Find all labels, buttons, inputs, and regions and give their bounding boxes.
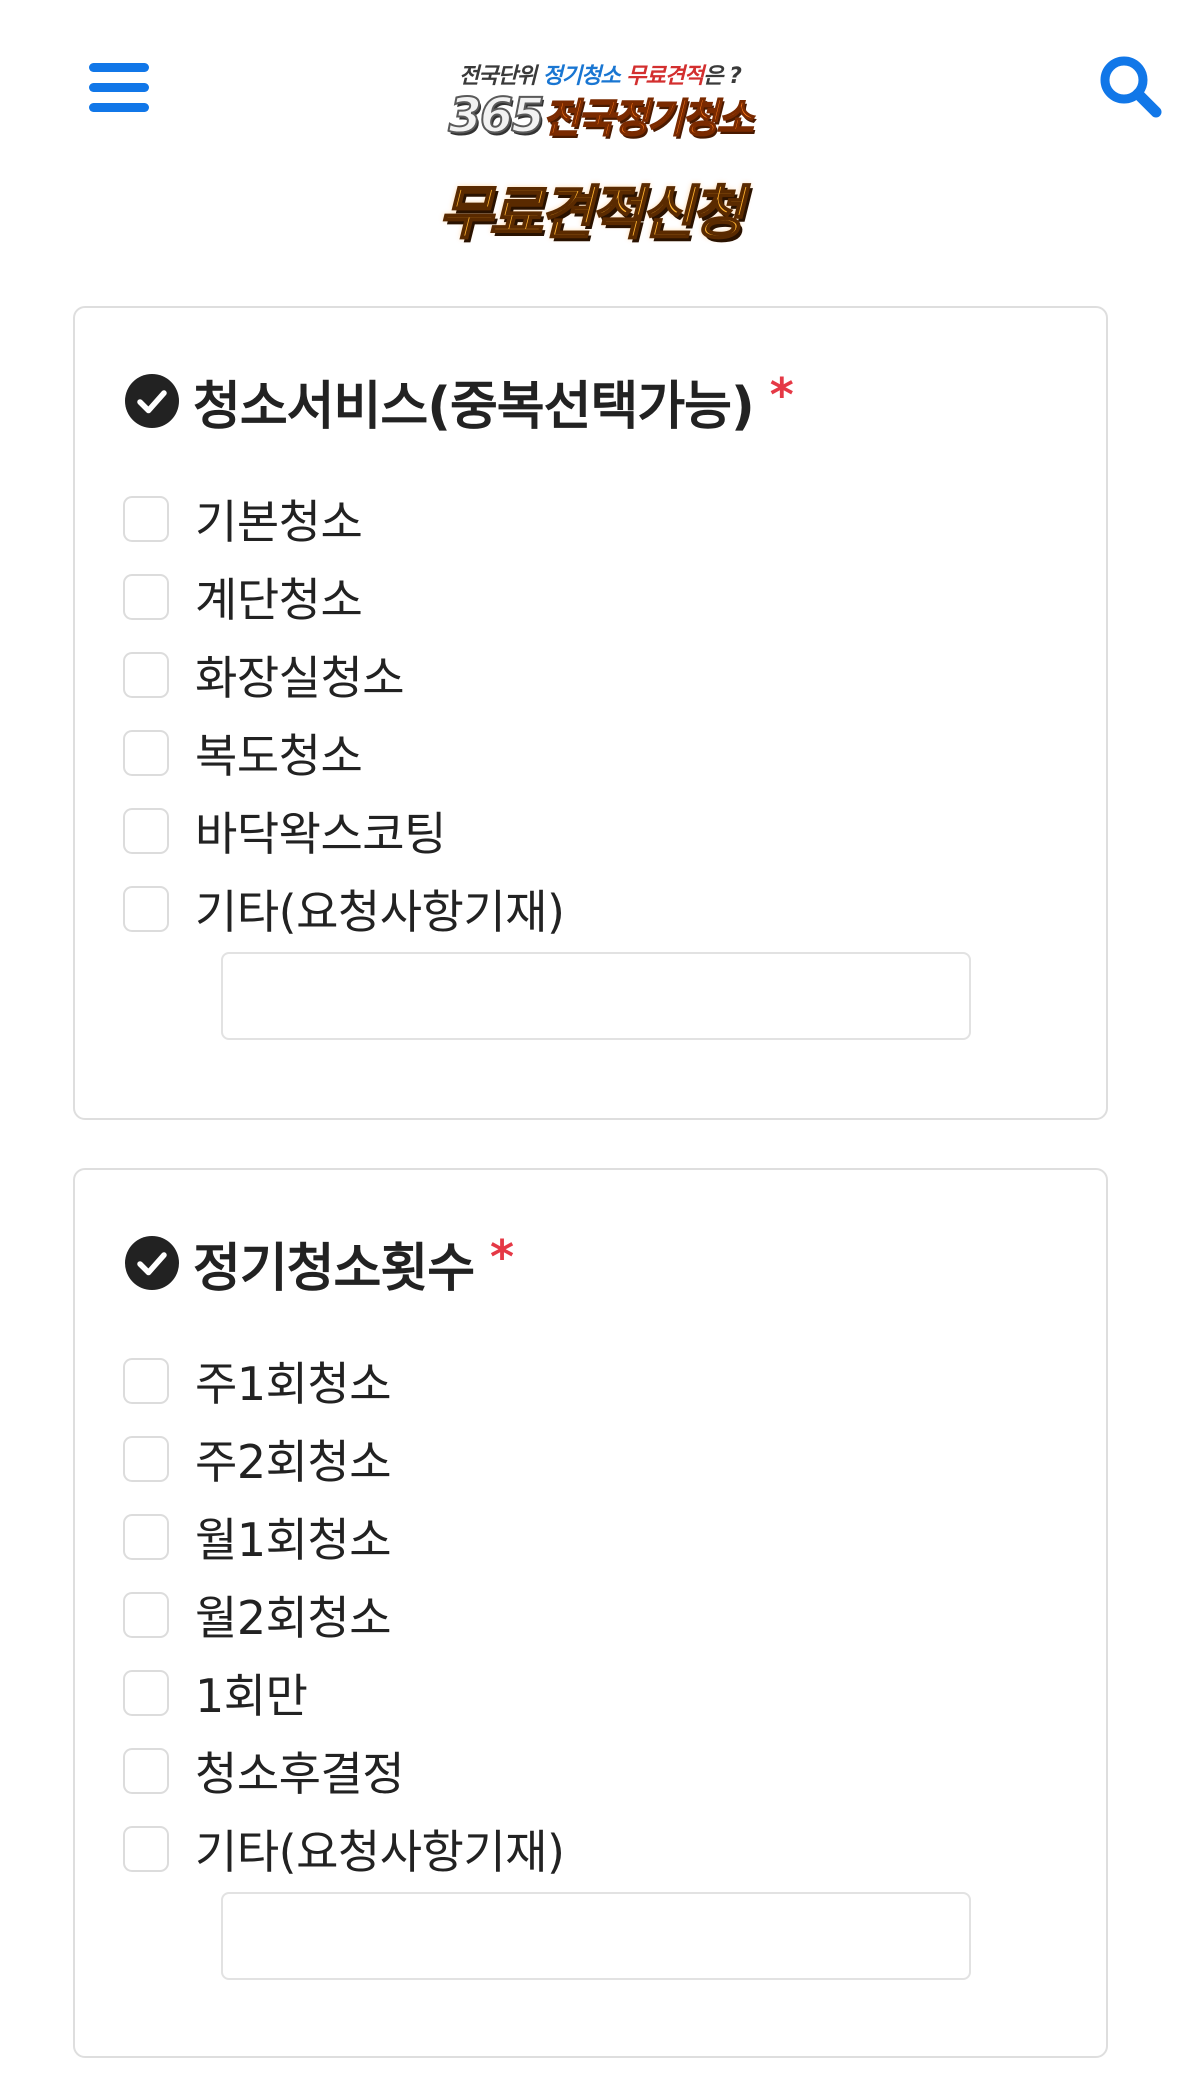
checkbox[interactable] bbox=[123, 886, 169, 932]
option-label: 기본청소 bbox=[195, 495, 363, 549]
option-monthly-twice[interactable]: 월2회청소 bbox=[123, 1576, 564, 1654]
checkbox[interactable] bbox=[123, 574, 169, 620]
option-label: 계단청소 bbox=[195, 573, 363, 627]
checkbox[interactable] bbox=[123, 1514, 169, 1560]
logo-brand: 365전국정기청소 bbox=[430, 86, 770, 145]
section-title: 정기청소횟수 bbox=[193, 1238, 475, 1299]
checkbox[interactable] bbox=[123, 1826, 169, 1872]
option-monthly-once[interactable]: 월1회청소 bbox=[123, 1498, 564, 1576]
other-request-input[interactable] bbox=[221, 952, 971, 1040]
cleaning-service-card: 청소서비스(중복선택가능) * 기본청소 계단청소 화장실청소 복도청소 바닥왁… bbox=[73, 306, 1108, 1120]
other-request-input[interactable] bbox=[221, 1892, 971, 1980]
check-circle-icon bbox=[125, 1236, 179, 1290]
option-label: 월2회청소 bbox=[195, 1591, 392, 1645]
checkbox[interactable] bbox=[123, 1670, 169, 1716]
cleaning-frequency-options: 주1회청소 주2회청소 월1회청소 월2회청소 1회만 청소후결정 기타(요청사… bbox=[123, 1342, 565, 1888]
option-label: 주1회청소 bbox=[195, 1357, 392, 1411]
option-label: 복도청소 bbox=[195, 729, 363, 783]
cleaning-frequency-heading: 정기청소횟수 * bbox=[125, 1230, 515, 1299]
required-mark: * bbox=[490, 1230, 515, 1284]
checkbox[interactable] bbox=[123, 808, 169, 854]
free-estimate-title: 무료견적신청 bbox=[438, 178, 745, 248]
cleaning-service-options: 기본청소 계단청소 화장실청소 복도청소 바닥왁스코팅 기타(요청사항기재) bbox=[123, 480, 565, 948]
option-label: 월1회청소 bbox=[195, 1513, 392, 1567]
hamburger-menu-icon[interactable] bbox=[86, 60, 152, 116]
option-label: 바닥왁스코팅 bbox=[195, 807, 446, 861]
option-weekly-twice[interactable]: 주2회청소 bbox=[123, 1420, 564, 1498]
header: 전국단위 정기청소 무료견적은 ? 365전국정기청소 무료견적신청 bbox=[0, 0, 1179, 270]
option-stair-cleaning[interactable]: 계단청소 bbox=[123, 558, 564, 636]
option-other-request[interactable]: 기타(요청사항기재) bbox=[123, 1810, 565, 1888]
checkbox[interactable] bbox=[123, 1436, 169, 1482]
option-restroom-cleaning[interactable]: 화장실청소 bbox=[123, 636, 564, 714]
checkbox[interactable] bbox=[123, 1592, 169, 1638]
cleaning-service-heading: 청소서비스(중복선택가능) * bbox=[125, 368, 794, 437]
site-logo[interactable]: 전국단위 정기청소 무료견적은 ? 365전국정기청소 bbox=[430, 52, 770, 152]
option-decide-after-cleaning[interactable]: 청소후결정 bbox=[123, 1732, 564, 1810]
option-label: 화장실청소 bbox=[195, 651, 405, 705]
option-label: 기타(요청사항기재) bbox=[195, 1825, 565, 1879]
cleaning-frequency-card: 정기청소횟수 * 주1회청소 주2회청소 월1회청소 월2회청소 1회만 청소후… bbox=[73, 1168, 1108, 2058]
check-circle-icon bbox=[125, 374, 179, 428]
checkbox[interactable] bbox=[123, 730, 169, 776]
option-weekly-once[interactable]: 주1회청소 bbox=[123, 1342, 564, 1420]
option-label: 청소후결정 bbox=[195, 1747, 405, 1801]
search-icon[interactable] bbox=[1098, 54, 1164, 120]
option-other-request[interactable]: 기타(요청사항기재) bbox=[123, 870, 565, 948]
checkbox[interactable] bbox=[123, 1358, 169, 1404]
option-label: 주2회청소 bbox=[195, 1435, 392, 1489]
option-hallway-cleaning[interactable]: 복도청소 bbox=[123, 714, 564, 792]
option-one-time-only[interactable]: 1회만 bbox=[123, 1654, 564, 1732]
option-floor-wax-coating[interactable]: 바닥왁스코팅 bbox=[123, 792, 564, 870]
logo-brand-name: 전국정기청소 bbox=[542, 95, 754, 143]
option-label: 기타(요청사항기재) bbox=[195, 885, 565, 939]
option-label: 1회만 bbox=[195, 1669, 308, 1723]
logo-brand-number: 365 bbox=[447, 87, 545, 145]
option-basic-cleaning[interactable]: 기본청소 bbox=[123, 480, 564, 558]
required-mark: * bbox=[769, 368, 794, 422]
checkbox[interactable] bbox=[123, 652, 169, 698]
section-title: 청소서비스(중복선택가능) bbox=[193, 376, 755, 437]
checkbox[interactable] bbox=[123, 496, 169, 542]
checkbox[interactable] bbox=[123, 1748, 169, 1794]
